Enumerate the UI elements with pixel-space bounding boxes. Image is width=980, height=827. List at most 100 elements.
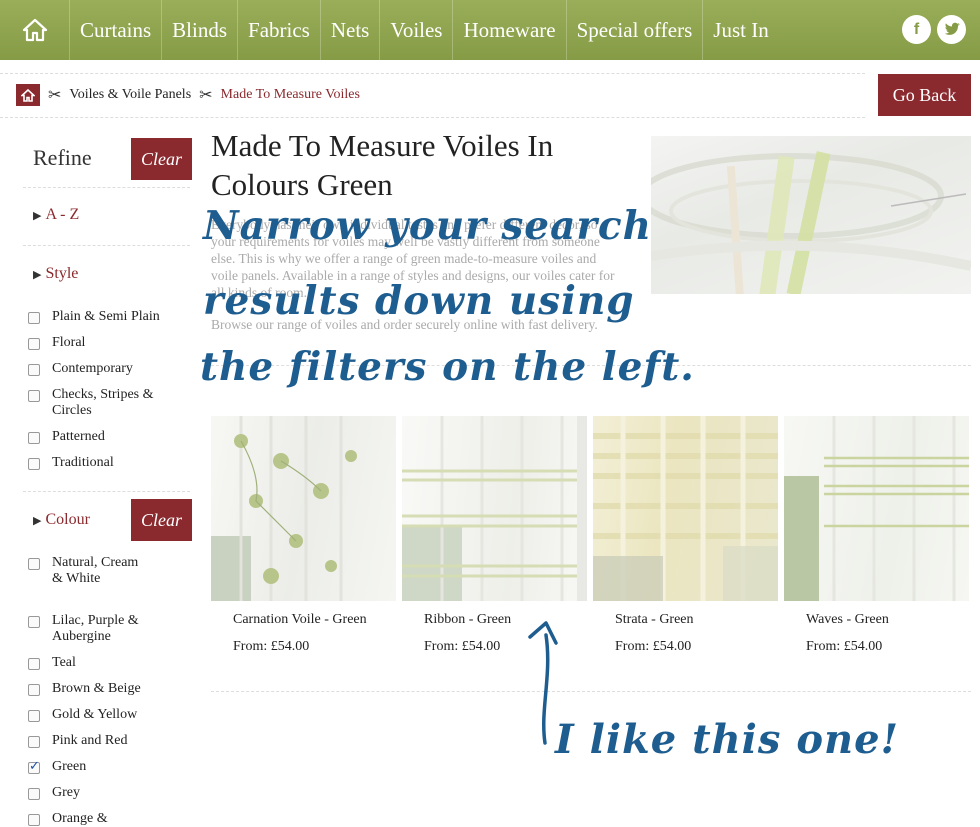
checkbox[interactable]	[28, 814, 40, 826]
top-nav: Curtains Blinds Fabrics Nets Voiles Home…	[0, 0, 980, 60]
checkbox[interactable]	[28, 616, 40, 628]
checkbox[interactable]	[28, 458, 40, 470]
annotation-arrow-icon	[528, 621, 558, 745]
nav-item-blinds[interactable]: Blinds	[162, 0, 239, 60]
checkbox[interactable]	[28, 684, 40, 696]
page-title: Made To Measure Voiles In Colours Green	[211, 128, 554, 202]
nav-item-nets[interactable]: Nets	[321, 0, 381, 60]
clear-all-button[interactable]: Clear	[131, 138, 192, 180]
checkbox[interactable]	[28, 312, 40, 324]
product-price: From: £54.00	[615, 639, 692, 654]
product-card[interactable]: Waves - Green From: £54.00	[784, 416, 969, 655]
filter-option[interactable]: Lilac, Purple & Aubergine	[28, 613, 152, 645]
home-icon	[21, 88, 35, 102]
checkbox[interactable]	[28, 710, 40, 722]
caret-right-icon: ▶	[33, 210, 42, 222]
nav-item-just-in[interactable]: Just In	[703, 0, 778, 60]
nav-item-voiles[interactable]: Voiles	[380, 0, 454, 60]
filter-colour-label: Colour	[45, 511, 90, 528]
product-price: From: £54.00	[233, 639, 310, 654]
filter-option[interactable]: Plain & Semi Plain	[28, 309, 160, 325]
filter-option[interactable]: Grey	[28, 785, 80, 801]
filter-option[interactable]: Orange & Terracotta	[28, 811, 152, 827]
home-link[interactable]	[0, 0, 70, 60]
filter-option-label: Natural, Cream & White	[52, 555, 139, 586]
filter-option-label: Green	[52, 759, 87, 774]
clear-colour-button[interactable]: Clear	[131, 499, 192, 541]
filter-option-label: Plain & Semi Plain	[52, 309, 160, 324]
nav-item-curtains[interactable]: Curtains	[70, 0, 163, 60]
filter-option[interactable]: Natural, Cream & White	[28, 555, 152, 587]
checkbox[interactable]	[28, 390, 40, 402]
divider	[23, 245, 190, 246]
product-card[interactable]: Strata - Green From: £54.00	[593, 416, 778, 655]
annotation-text: I like this one!	[555, 716, 900, 763]
hero-image	[651, 136, 971, 294]
checkbox[interactable]	[28, 736, 40, 748]
home-icon	[22, 18, 47, 42]
product-name[interactable]: Carnation Voile - Green	[233, 612, 396, 628]
filter-option[interactable]: Patterned	[28, 429, 105, 445]
breadcrumb-parent[interactable]: Voiles & Voile Panels	[69, 87, 191, 103]
checkbox[interactable]	[28, 364, 40, 376]
filter-option-label: Traditional	[52, 455, 114, 470]
filter-az-toggle[interactable]: ▶ A - Z	[33, 206, 79, 224]
divider	[211, 691, 971, 692]
filter-option[interactable]: Floral	[28, 335, 85, 351]
product-image[interactable]	[211, 416, 396, 601]
product-image[interactable]	[784, 416, 969, 601]
facebook-icon[interactable]: f	[902, 15, 931, 44]
filter-option[interactable]: Brown & Beige	[28, 681, 141, 697]
filter-option-label: Lilac, Purple & Aubergine	[52, 613, 139, 644]
filter-option-label: Teal	[52, 655, 76, 670]
checkbox[interactable]	[28, 788, 40, 800]
filter-option[interactable]: Pink and Red	[28, 733, 127, 749]
go-back-button[interactable]: Go Back	[878, 74, 971, 116]
twitter-icon[interactable]	[937, 15, 966, 44]
divider	[0, 117, 865, 118]
breadcrumb-current[interactable]: Made To Measure Voiles	[221, 87, 360, 103]
filter-option-label: Pink and Red	[52, 733, 128, 748]
checkbox[interactable]	[28, 658, 40, 670]
product-card[interactable]: Carnation Voile - Green From: £54.00	[211, 416, 396, 655]
checkbox[interactable]	[28, 432, 40, 444]
checkbox[interactable]	[28, 338, 40, 350]
filter-option-label: Patterned	[52, 429, 105, 444]
refine-heading: Refine	[33, 145, 92, 170]
annotation-text: the filters on the left.	[200, 344, 695, 390]
product-image[interactable]	[593, 416, 778, 601]
filter-option-label: Floral	[52, 335, 86, 350]
product-name[interactable]: Strata - Green	[615, 612, 778, 628]
filter-option-label: Gold & Yellow	[52, 707, 138, 722]
filter-style-label: Style	[45, 265, 79, 282]
scissors-icon: ✂	[199, 87, 213, 104]
filter-option-label: Contemporary	[52, 361, 133, 376]
nav-item-special-offers[interactable]: Special offers	[567, 0, 704, 60]
caret-right-icon: ▶	[33, 515, 42, 527]
filter-option[interactable]: Green	[28, 759, 86, 775]
annotation-text: Narrow your search	[203, 203, 653, 249]
annotation-text: results down using	[203, 278, 635, 324]
product-price: From: £54.00	[806, 639, 883, 654]
filter-option-label: Grey	[52, 785, 80, 800]
filter-az-label: A - Z	[45, 206, 80, 223]
filter-option-label: Checks, Stripes & Circles	[52, 387, 154, 418]
filter-option-label: Brown & Beige	[52, 681, 141, 696]
caret-right-icon: ▶	[33, 269, 42, 281]
breadcrumb: ✂ Voiles & Voile Panels ✂ Made To Measur…	[16, 84, 360, 106]
filter-colour-toggle[interactable]: ▶ Colour	[33, 511, 90, 529]
filter-option[interactable]: Teal	[28, 655, 76, 671]
filter-option[interactable]: Traditional	[28, 455, 114, 471]
nav-item-fabrics[interactable]: Fabrics	[238, 0, 321, 60]
nav-item-homeware[interactable]: Homeware	[453, 0, 567, 60]
checkbox[interactable]	[28, 558, 40, 570]
product-name[interactable]: Waves - Green	[806, 612, 969, 628]
filter-option[interactable]: Checks, Stripes & Circles	[28, 387, 182, 419]
product-image[interactable]	[402, 416, 587, 601]
checkbox[interactable]	[28, 759, 40, 775]
filter-option[interactable]: Contemporary	[28, 361, 133, 377]
breadcrumb-home[interactable]	[16, 84, 40, 106]
filter-style-toggle[interactable]: ▶ Style	[33, 265, 78, 283]
filter-option-label: Orange & Terracotta	[52, 811, 108, 826]
filter-option[interactable]: Gold & Yellow	[28, 707, 137, 723]
